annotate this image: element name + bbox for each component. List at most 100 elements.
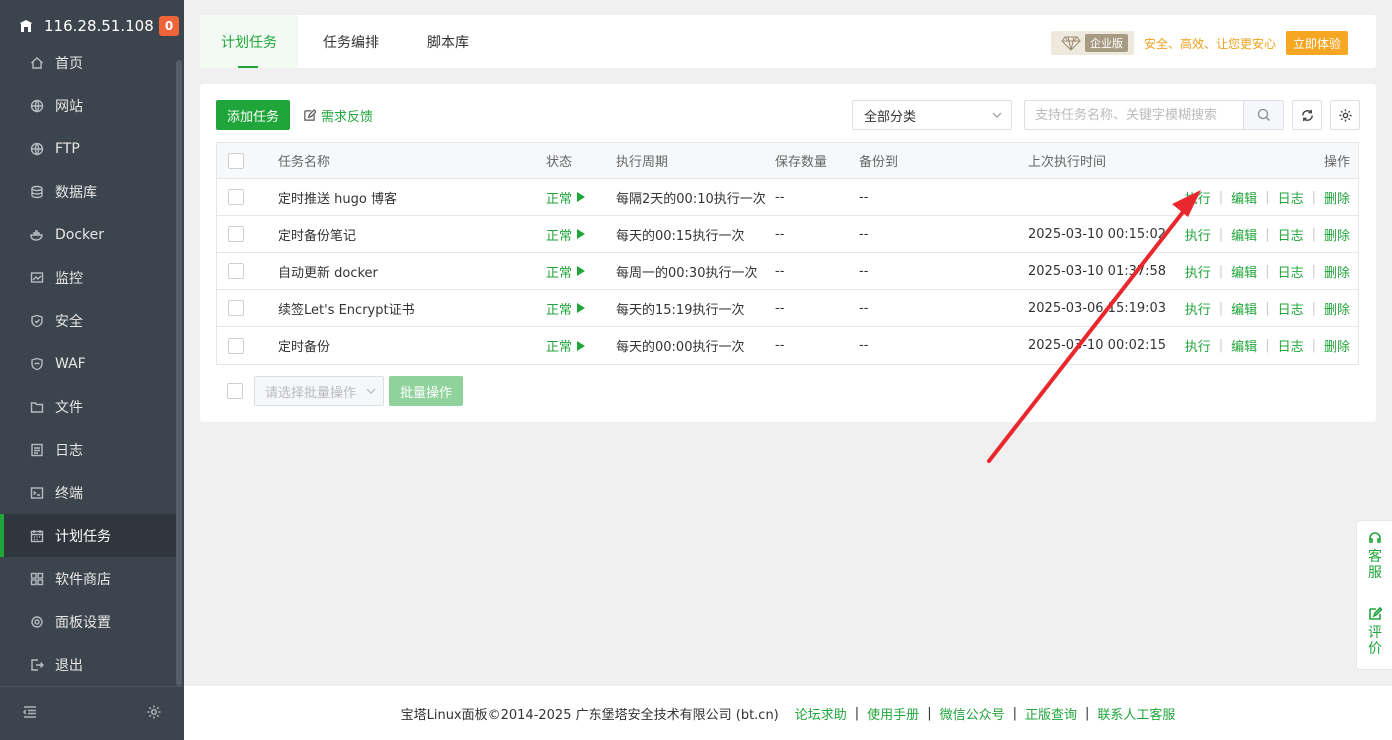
calendar-icon — [30, 529, 44, 543]
tab-scheduled-tasks[interactable]: 计划任务 — [200, 15, 298, 68]
task-status[interactable]: 正常 — [546, 290, 586, 326]
run-action[interactable]: 执行 — [1185, 225, 1211, 244]
log-action[interactable]: 日志 — [1278, 262, 1304, 281]
sidebar-item-10[interactable]: 终端 — [0, 471, 176, 514]
enterprise-slogan: 安全、高效、让您更安心 — [1143, 36, 1276, 51]
run-action[interactable]: 执行 — [1185, 262, 1211, 281]
sidebar-item-0[interactable]: 首页 — [0, 41, 176, 84]
sidebar-item-label: 首页 — [55, 55, 83, 72]
add-task-button[interactable]: 添加任务 — [216, 100, 290, 130]
review-label: 评价 — [1368, 625, 1382, 657]
edit-action[interactable]: 编辑 — [1231, 336, 1257, 355]
select-all-checkbox[interactable] — [228, 152, 244, 169]
page-footer: 宝塔Linux面板©2014-2025 广东堡塔安全技术有限公司 (bt.cn)… — [184, 686, 1392, 740]
server-ip[interactable]: 116.28.51.108 — [44, 17, 159, 35]
edit-review-icon — [1369, 607, 1382, 620]
delete-action[interactable]: 删除 — [1324, 262, 1350, 281]
row-checkbox[interactable] — [228, 263, 244, 279]
logout-icon — [30, 658, 44, 672]
tab-task-orchestration[interactable]: 任务编排 — [323, 15, 379, 68]
collapse-menu-icon[interactable] — [22, 704, 38, 724]
log-action[interactable]: 日志 — [1278, 188, 1304, 207]
sidebar-item-11[interactable]: 计划任务 — [0, 514, 176, 557]
task-keep: -- — [775, 263, 785, 279]
row-checkbox[interactable] — [228, 189, 244, 205]
sidebar-item-label: 退出 — [55, 657, 83, 674]
task-name: 定时备份 — [278, 340, 331, 355]
task-status[interactable]: 正常 — [546, 216, 586, 252]
review-button[interactable]: 评价 — [1357, 607, 1392, 657]
sidebar-scrollbar[interactable] — [176, 60, 182, 686]
task-status[interactable]: 正常 — [546, 179, 586, 215]
log-action[interactable]: 日志 — [1278, 225, 1304, 244]
row-actions: 执行 | 编辑 | 日志 | 删除 — [1184, 336, 1350, 355]
delete-action[interactable]: 删除 — [1324, 225, 1350, 244]
footer-link-forum[interactable]: 论坛求助 — [795, 704, 847, 723]
table-row: 自动更新 docker 正常 每周一的00:30执行一次 -- -- 2025-03-10… — [217, 253, 1358, 290]
batch-operation-select[interactable]: 请选择批量操作 — [254, 376, 384, 406]
sidebar-item-3[interactable]: 数据库 — [0, 170, 176, 213]
task-keep: -- — [775, 226, 785, 242]
delete-action[interactable]: 删除 — [1324, 299, 1350, 318]
sidebar-item-2[interactable]: FTP — [0, 127, 176, 170]
run-action[interactable]: 执行 — [1185, 299, 1211, 318]
sidebar-item-7[interactable]: WAF — [0, 342, 176, 385]
log-action[interactable]: 日志 — [1278, 299, 1304, 318]
delete-action[interactable]: 删除 — [1324, 188, 1350, 207]
edit-action[interactable]: 编辑 — [1231, 299, 1257, 318]
run-action[interactable]: 执行 — [1185, 188, 1211, 207]
tab-script-library[interactable]: 脚本库 — [427, 15, 469, 68]
row-checkbox[interactable] — [228, 226, 244, 242]
edit-action[interactable]: 编辑 — [1231, 225, 1257, 244]
table-settings-button[interactable] — [1330, 100, 1360, 130]
category-select[interactable]: 全部分类 — [852, 100, 1012, 130]
sidebar-item-1[interactable]: 网站 — [0, 84, 176, 127]
footer-link-manual[interactable]: 使用手册 — [867, 704, 919, 723]
sidebar-item-8[interactable]: 文件 — [0, 385, 176, 428]
try-now-button[interactable]: 立即体验 — [1285, 31, 1348, 55]
delete-action[interactable]: 删除 — [1324, 336, 1350, 355]
sidebar-item-5[interactable]: 监控 — [0, 256, 176, 299]
sidebar-item-12[interactable]: 软件商店 — [0, 557, 176, 600]
enterprise-tag[interactable]: 企业版 — [1050, 31, 1134, 55]
sidebar-item-14[interactable]: 退出 — [0, 643, 176, 686]
task-keep: -- — [775, 338, 785, 353]
batch-select-all-checkbox[interactable] — [227, 383, 243, 399]
header-keep: 保存数量 — [775, 155, 828, 170]
shield-icon — [30, 314, 44, 328]
log-action[interactable]: 日志 — [1278, 336, 1304, 355]
header-name[interactable]: 任务名称 — [278, 143, 330, 178]
row-checkbox[interactable] — [228, 300, 244, 316]
task-last-run: 2025-03-10 00:02:15 — [1028, 338, 1167, 353]
search-input[interactable] — [1025, 101, 1243, 129]
footer-link-license[interactable]: 正版查询 — [1025, 704, 1077, 723]
edit-action[interactable]: 编辑 — [1231, 188, 1257, 207]
row-checkbox[interactable] — [228, 337, 244, 354]
sidebar-item-9[interactable]: 日志 — [0, 428, 176, 471]
refresh-button[interactable] — [1292, 100, 1322, 130]
task-status[interactable]: 正常 — [546, 253, 586, 289]
header-last-run[interactable]: 上次执行时间 — [1028, 143, 1106, 178]
feedback-link[interactable]: 需求反馈 — [303, 100, 373, 130]
search-button[interactable] — [1243, 101, 1283, 129]
task-name: 定时推送 hugo 博客 — [278, 191, 397, 207]
sidebar-item-4[interactable]: Docker — [0, 213, 176, 256]
task-status[interactable]: 正常 — [546, 327, 586, 364]
footer-link-wechat[interactable]: 微信公众号 — [940, 704, 1005, 723]
settings-gear-icon[interactable] — [146, 704, 162, 724]
sidebar-item-label: 终端 — [55, 485, 83, 502]
batch-operation-button[interactable]: 批量操作 — [389, 376, 463, 406]
footer-link-support[interactable]: 联系人工客服 — [1097, 704, 1175, 723]
task-panel: 添加任务 需求反馈 全部分类 任务名称 状态 执行周期 保存数量 备份到 上次执… — [200, 84, 1376, 422]
customer-service-button[interactable]: 客服 — [1357, 531, 1392, 581]
edit-action[interactable]: 编辑 — [1231, 262, 1257, 281]
run-action[interactable]: 执行 — [1185, 336, 1211, 355]
task-cycle: 每周一的00:30执行一次 — [616, 265, 758, 281]
support-float-panel: 客服 评价 — [1356, 520, 1392, 670]
task-last-run: 2025-03-10 01:37:58 — [1028, 263, 1167, 279]
sidebar-item-6[interactable]: 安全 — [0, 299, 176, 342]
task-cycle: 每天的00:00执行一次 — [616, 340, 745, 355]
sidebar-item-13[interactable]: 面板设置 — [0, 600, 176, 643]
message-badge[interactable]: 0 — [159, 16, 179, 36]
task-backup: -- — [859, 300, 869, 316]
